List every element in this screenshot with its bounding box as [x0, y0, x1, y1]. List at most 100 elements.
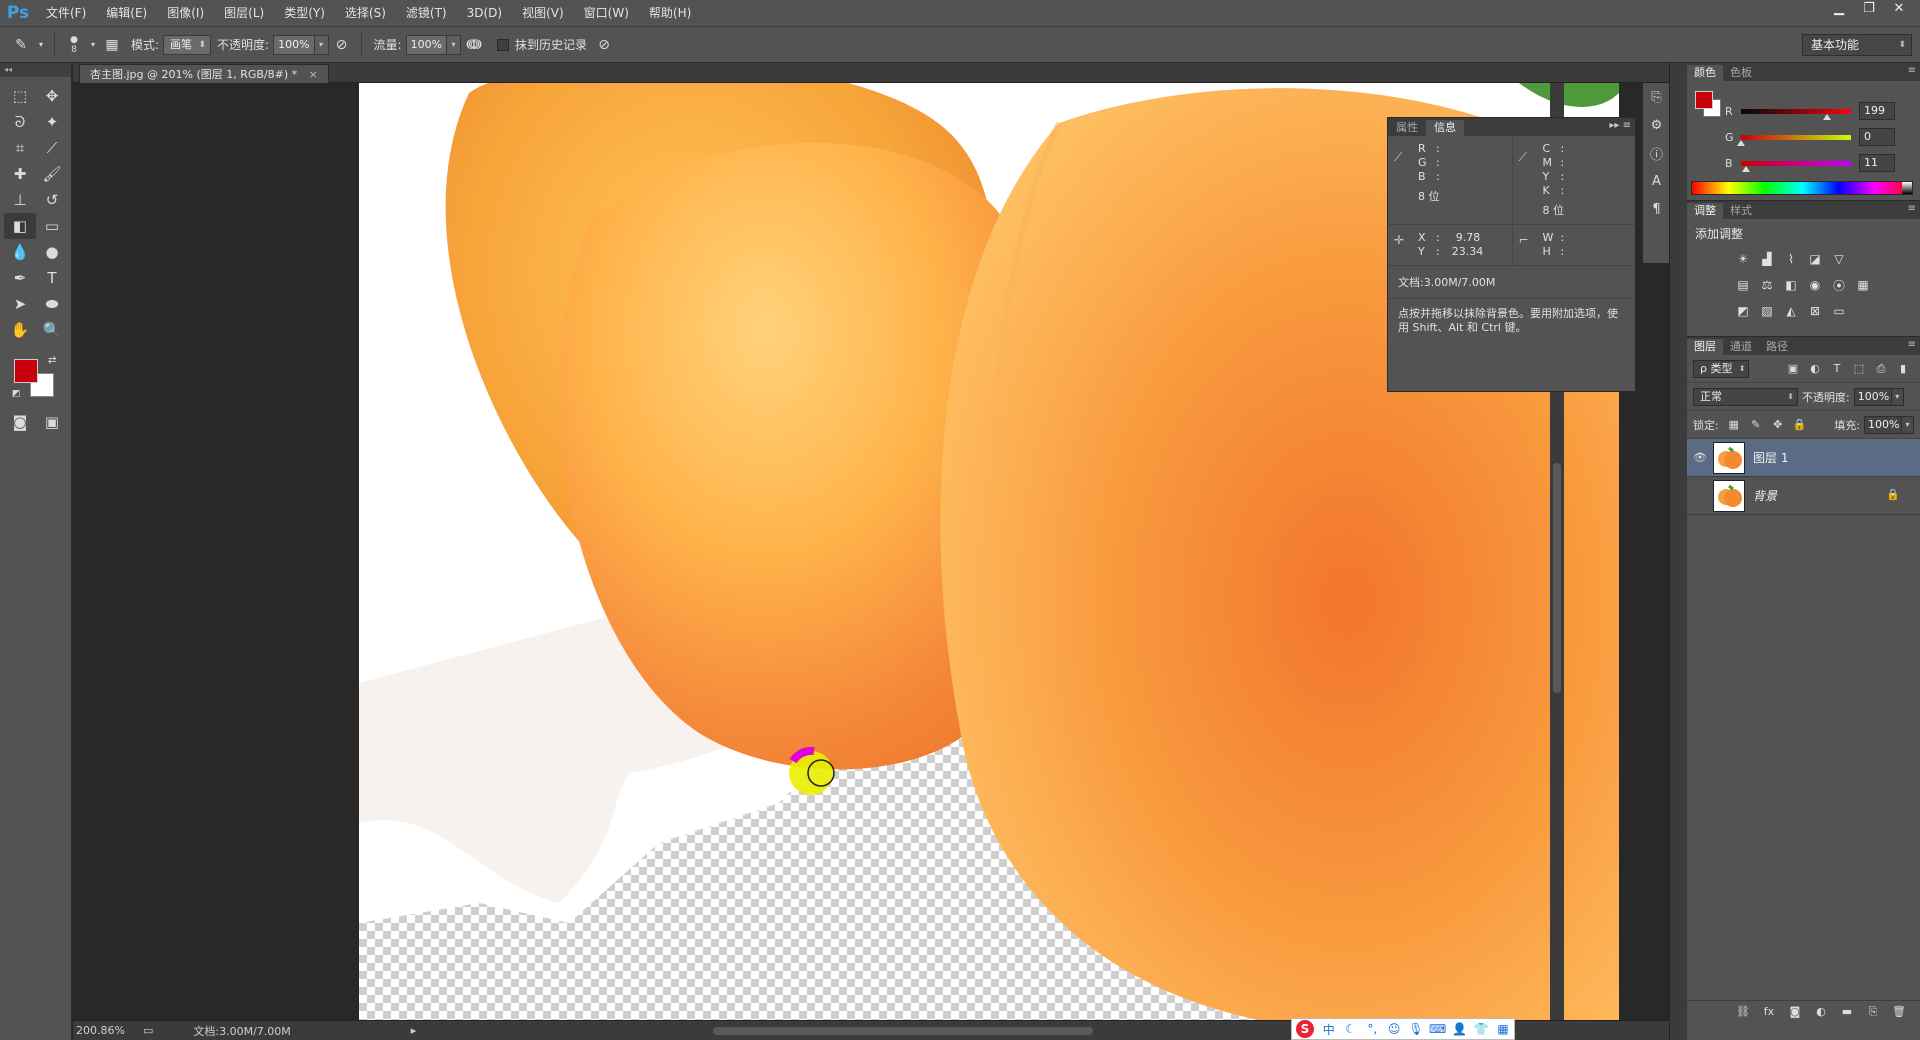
microphone-icon[interactable]: 🎙	[1405, 1022, 1427, 1036]
menu-3d[interactable]: 3D(D)	[457, 0, 512, 27]
punctuation-icon[interactable]: °,	[1361, 1022, 1383, 1036]
lock-position-icon[interactable]: ✥	[1767, 416, 1789, 434]
pressure-size-icon[interactable]: ⊘	[591, 32, 617, 58]
close-icon[interactable]: ✕	[1884, 0, 1914, 20]
color-foreground-swatch[interactable]	[1695, 91, 1713, 109]
tab-info[interactable]: 信息	[1426, 120, 1464, 136]
pressure-opacity-icon[interactable]: ⊘	[329, 32, 355, 58]
zoom-preview-icon[interactable]: ▭	[143, 1024, 153, 1037]
default-colors-icon[interactable]: ◩	[12, 389, 21, 399]
brightness-contrast-icon[interactable]: ☀	[1731, 248, 1755, 270]
dodge-tool-icon[interactable]: ●	[36, 239, 68, 265]
opacity-input[interactable]: 100%	[273, 34, 315, 55]
flow-dropdown[interactable]: ▾	[447, 34, 462, 55]
panel-menu-icon[interactable]: ≡	[1908, 65, 1916, 76]
tab-color[interactable]: 颜色	[1687, 65, 1723, 81]
crop-tool-icon[interactable]: ⌗	[4, 135, 36, 161]
blue-value[interactable]: 11	[1859, 154, 1895, 172]
levels-icon[interactable]: ▟	[1755, 248, 1779, 270]
new-group-icon[interactable]: ▬	[1834, 1005, 1860, 1018]
brush-panel-toggle-icon[interactable]: ▦	[99, 32, 125, 58]
vertical-scroll-thumb[interactable]	[1553, 463, 1561, 693]
brush-size-picker[interactable]: ● 8	[61, 32, 87, 58]
zoom-tool-icon[interactable]: 🔍	[36, 317, 68, 343]
restore-icon[interactable]: ❐	[1854, 0, 1884, 20]
pen-tool-icon[interactable]: ✒	[4, 265, 36, 291]
tab-properties[interactable]: 属性	[1388, 120, 1426, 136]
blue-slider-knob[interactable]	[1742, 165, 1750, 172]
sogou-logo-icon[interactable]: S	[1296, 1020, 1314, 1038]
workspace-select[interactable]: 基本功能	[1802, 34, 1912, 56]
info-panel-icon[interactable]: ⓘ	[1643, 139, 1670, 167]
ellipse-tool-icon[interactable]: ⬬	[36, 291, 68, 317]
exposure-icon[interactable]: ◪	[1803, 248, 1827, 270]
tab-swatches[interactable]: 色板	[1723, 65, 1759, 81]
dock-divider[interactable]	[1669, 63, 1687, 1040]
menu-layer[interactable]: 图层(L)	[214, 0, 274, 27]
selective-color-icon[interactable]: ⊠	[1803, 300, 1827, 322]
eraser-tool-preset-icon[interactable]: ✎	[8, 32, 34, 58]
layer-name[interactable]: 图层 1	[1753, 449, 1788, 466]
menu-type[interactable]: 类型(Y)	[274, 0, 335, 27]
gradient-map-icon[interactable]: ▭	[1827, 300, 1851, 322]
history-panel-icon[interactable]: ⎘	[1643, 83, 1670, 111]
fill-dropdown[interactable]: ▾	[1902, 415, 1914, 434]
chevron-down-icon[interactable]: ▾	[34, 32, 48, 58]
eraser-tool-icon[interactable]: ◧	[4, 213, 36, 239]
menu-window[interactable]: 窗口(W)	[574, 0, 639, 27]
magic-wand-tool-icon[interactable]: ✦	[36, 109, 68, 135]
erase-to-history-checkbox[interactable]	[497, 38, 510, 51]
invert-icon[interactable]: ◩	[1731, 300, 1755, 322]
keyboard-icon[interactable]: ⌨	[1427, 1022, 1449, 1036]
swap-colors-icon[interactable]: ⇄	[48, 355, 56, 366]
toolbar-collapse[interactable]: ◂◂	[0, 63, 71, 77]
color-spectrum-bar[interactable]	[1691, 181, 1913, 195]
ime-language[interactable]: 中	[1318, 1021, 1340, 1038]
brush-tool-icon[interactable]: 🖌	[36, 161, 68, 187]
skin-icon[interactable]: 👕	[1470, 1022, 1492, 1036]
add-mask-icon[interactable]: ◙	[1782, 1005, 1808, 1018]
hue-saturation-icon[interactable]: ▤	[1731, 274, 1755, 296]
path-selection-tool-icon[interactable]: ➤	[4, 291, 36, 317]
lock-transparent-icon[interactable]: ▦	[1723, 416, 1745, 434]
quick-mask-icon[interactable]: ◙	[4, 409, 36, 435]
airbrush-icon[interactable]: ↈ	[461, 32, 487, 58]
blur-tool-icon[interactable]: 💧	[4, 239, 36, 265]
color-lookup-icon[interactable]: ▦	[1851, 274, 1875, 296]
green-slider[interactable]	[1737, 134, 1851, 146]
lock-pixels-icon[interactable]: ✎	[1745, 416, 1767, 434]
eyedropper-icon[interactable]: ⟋	[1394, 150, 1402, 165]
gradient-tool-icon[interactable]: ▭	[36, 213, 68, 239]
history-brush-tool-icon[interactable]: ↺	[36, 187, 68, 213]
red-slider[interactable]	[1741, 108, 1851, 120]
blue-slider[interactable]	[1741, 160, 1851, 172]
tab-adjustments[interactable]: 调整	[1687, 203, 1723, 219]
blend-mode-select[interactable]: 正常	[1693, 387, 1798, 406]
hand-tool-icon[interactable]: ✋	[4, 317, 36, 343]
delete-layer-icon[interactable]: 🗑	[1886, 1005, 1912, 1018]
tab-channels[interactable]: 通道	[1723, 339, 1759, 355]
menu-image[interactable]: 图像(I)	[157, 0, 214, 27]
panel-menu-icon[interactable]: ▸▸ ≡	[1609, 120, 1631, 131]
link-layers-icon[interactable]: ⛓	[1730, 1005, 1756, 1018]
grid-icon[interactable]: ▦	[1492, 1022, 1514, 1036]
green-slider-knob[interactable]	[1737, 139, 1745, 146]
minimize-icon[interactable]: ▁	[1824, 0, 1854, 20]
tab-layers[interactable]: 图层	[1687, 339, 1723, 355]
type-tool-icon[interactable]: T	[36, 265, 68, 291]
marquee-tool-icon[interactable]: ⬚	[4, 83, 36, 109]
properties-panel-icon[interactable]: ⚙	[1643, 111, 1670, 139]
clone-stamp-tool-icon[interactable]: ⊥	[4, 187, 36, 213]
close-tab-icon[interactable]: ×	[309, 68, 318, 81]
foreground-color-swatch[interactable]	[14, 359, 38, 383]
emoji-icon[interactable]: ☺	[1383, 1022, 1405, 1036]
menu-help[interactable]: 帮助(H)	[639, 0, 701, 27]
new-adjustment-icon[interactable]: ◐	[1808, 1005, 1834, 1018]
threshold-icon[interactable]: ◭	[1779, 300, 1803, 322]
filter-shape-icon[interactable]: ⬚	[1848, 360, 1870, 378]
fill-input[interactable]: 100%	[1864, 415, 1902, 434]
mode-select[interactable]: 画笔	[163, 34, 212, 55]
layer-style-icon[interactable]: fx	[1756, 1005, 1782, 1018]
character-panel-icon[interactable]: A	[1643, 167, 1670, 195]
menu-edit[interactable]: 编辑(E)	[96, 0, 157, 27]
